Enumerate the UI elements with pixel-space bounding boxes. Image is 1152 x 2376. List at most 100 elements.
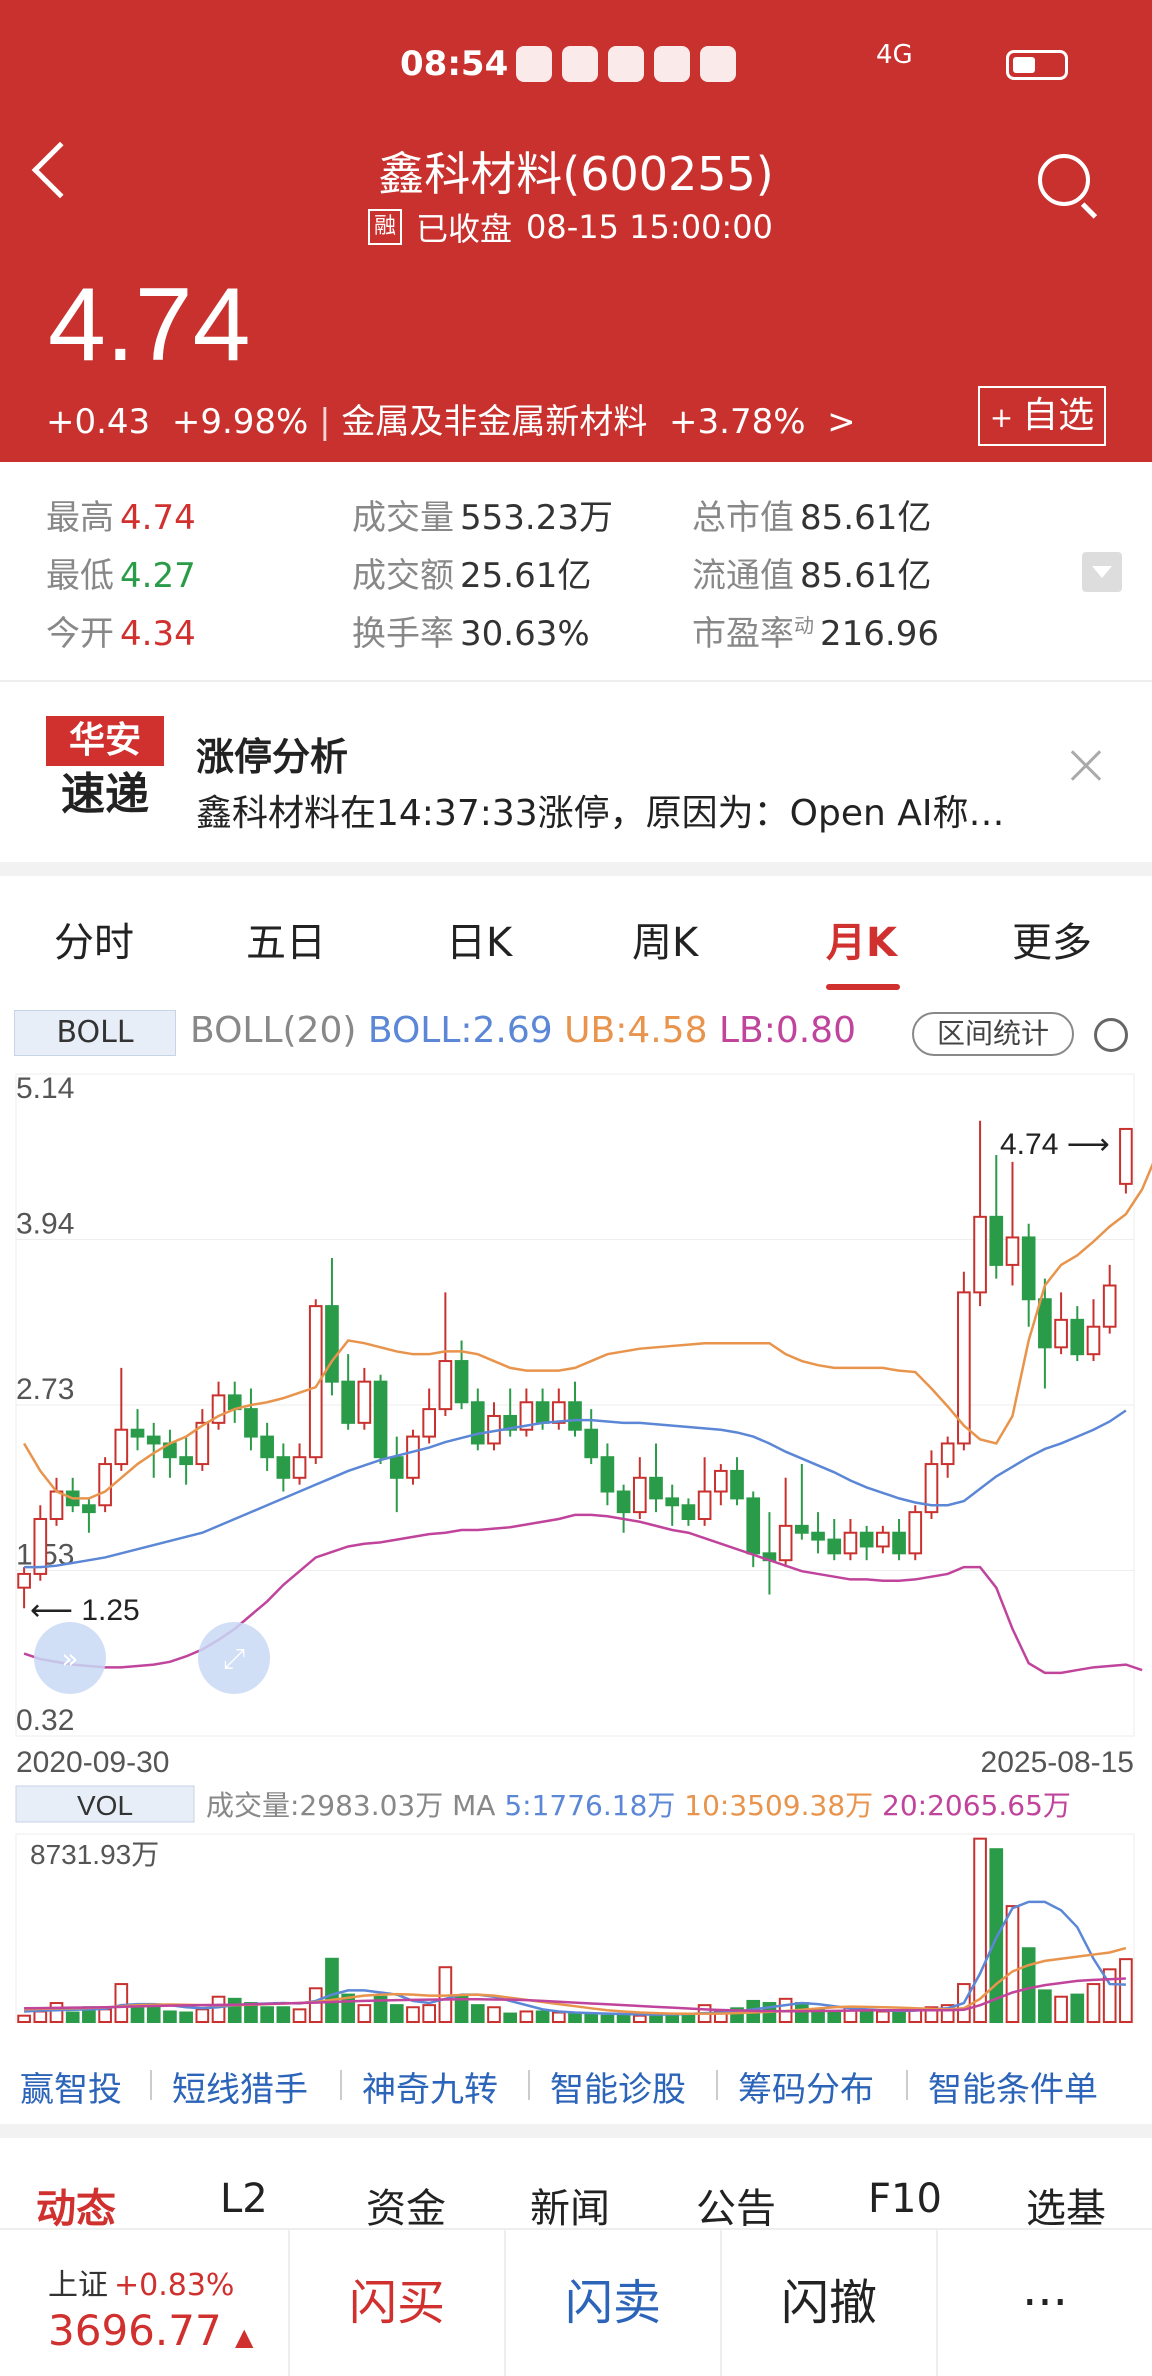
tab-day-k[interactable]: 日K (446, 910, 512, 968)
news-banner[interactable]: 华安 速递 涨停分析 鑫科材料在14:37:33涨停，原因为：Open AI称… (0, 684, 1152, 864)
x-start-label: 2020-09-30 (16, 1746, 169, 1779)
candle-down (470, 1401, 485, 1445)
candle-down (827, 1538, 842, 1555)
huaan-logo: 华安 速递 (46, 716, 164, 826)
volume-bar (892, 2011, 906, 2024)
info-tabs: 动态 L2 资金 新闻 公告 F10 选基 (0, 2138, 1152, 2232)
candle-down (260, 1435, 274, 1459)
quick-buy-button[interactable]: 闪买 (288, 2230, 504, 2376)
tab-month-k[interactable]: 月K (826, 910, 897, 968)
candle-up (713, 1469, 728, 1493)
news-body: 鑫科材料在14:37:33涨停，原因为：Open AI称… (196, 793, 1005, 834)
volume-bar (195, 2008, 210, 2024)
candle-up (49, 1490, 64, 1520)
candle-up (778, 1524, 793, 1562)
volume-bar (535, 2010, 550, 2023)
price-change-line[interactable]: +0.43 +9.98% | 金属及非金属新材料 +3.78% > (46, 394, 856, 443)
volume-bar (325, 1957, 339, 2024)
volume-bar (551, 2011, 566, 2024)
tab-announcements[interactable]: 公告 (696, 2176, 776, 2234)
candle-up (551, 1401, 566, 1424)
link-short-hunter[interactable]: 短线猎手 (172, 2062, 308, 2111)
candle-down (730, 1469, 744, 1500)
tab-week-k[interactable]: 周K (632, 910, 698, 968)
more-options-button[interactable]: ··· (936, 2230, 1152, 2376)
low-price-label: ⟵ 1.25 (30, 1594, 140, 1627)
tab-intraday[interactable]: 分时 (54, 910, 134, 968)
expand-stats-icon[interactable] (1082, 552, 1122, 592)
tab-more[interactable]: 更多 (1012, 910, 1092, 968)
float-cap-value: 85.61亿 (800, 556, 932, 596)
volume-bar (308, 1987, 323, 2024)
range-stats-button[interactable]: 区间统计 (912, 1012, 1074, 1056)
add-watchlist-button[interactable]: + 自选 (978, 386, 1106, 446)
status-time: 08:54 (400, 44, 509, 84)
volume-bar (795, 2002, 809, 2023)
tab-l2[interactable]: L2 (220, 2176, 268, 2222)
pe-value: 216.96 (820, 614, 939, 654)
tab-news[interactable]: 新闻 (530, 2176, 610, 2234)
sector-pct: +3.78% (669, 402, 806, 442)
tab-dynamics[interactable]: 动态 (36, 2176, 116, 2234)
candle-down (389, 1456, 404, 1479)
volume-bar (33, 2010, 48, 2023)
volume-bar (211, 1995, 226, 2024)
y-tick-label: 3.94 (16, 1208, 74, 1241)
link-smart-order[interactable]: 智能条件单 (928, 2062, 1098, 2111)
volume-bar (908, 2009, 923, 2023)
volume-bar (584, 2012, 599, 2024)
volume-bar (98, 2008, 112, 2024)
volume-bar (1070, 1993, 1085, 2023)
market-status: 融 已收盘 08-15 15:00:00 (368, 204, 773, 250)
music-icon (654, 46, 690, 82)
tab-funds[interactable]: 资金 (366, 2176, 446, 2234)
app-icon (700, 46, 736, 82)
candle-down (600, 1456, 615, 1493)
vol-tag: VOL (77, 1790, 133, 1821)
candle-down (649, 1476, 663, 1500)
volume-bar (276, 2006, 291, 2023)
margin-tag: 融 (368, 209, 403, 245)
candle-down (795, 1524, 809, 1534)
volume-bar (632, 2014, 647, 2023)
volume-value: 553.23万 (460, 498, 613, 538)
open-value: 4.34 (120, 614, 196, 654)
y-tick-label: 0.32 (16, 1704, 74, 1737)
candle-up (908, 1511, 923, 1555)
search-icon[interactable] (1038, 154, 1090, 206)
active-tab-indicator (826, 984, 900, 990)
tab-f10[interactable]: F10 (868, 2176, 942, 2222)
volume-bar (49, 2002, 64, 2023)
candle-down (584, 1428, 599, 1459)
last-price-label: 4.74 ⟶ (1000, 1128, 1110, 1161)
link-chip-distribution[interactable]: 筹码分布 (738, 2062, 874, 2111)
link-diagnosis[interactable]: 智能诊股 (550, 2062, 686, 2111)
amount-value: 25.61亿 (460, 556, 592, 596)
quick-sell-button[interactable]: 闪卖 (504, 2230, 720, 2376)
quick-cancel-button[interactable]: 闪撤 (720, 2230, 936, 2376)
fast-forward-glyph: » (61, 1642, 78, 1675)
link-magic-nine[interactable]: 神奇九转 (362, 2062, 498, 2111)
candle-down (859, 1531, 874, 1548)
battery-icon (1006, 50, 1068, 80)
notification-icons (516, 46, 736, 82)
tab-5day[interactable]: 五日 (246, 910, 326, 968)
close-icon[interactable] (1066, 746, 1106, 786)
index-summary[interactable]: 上证 +0.83% (48, 2260, 234, 2304)
kline-chart[interactable]: 5.143.942.731.530.324.74 ⟶⟵ 1.252020-09-… (0, 1064, 1152, 2064)
high-value: 4.74 (120, 498, 196, 538)
settings-icon[interactable] (1094, 1018, 1128, 1052)
indicator-selector[interactable]: BOLL (14, 1010, 176, 1056)
candle-up (1102, 1284, 1117, 1328)
vol-legend: 成交量:2983.03万 MA 5:1776.18万 10:3509.38万 2… (206, 1789, 1071, 1822)
volume-bar (17, 2014, 31, 2023)
volume-bar (681, 2013, 696, 2023)
tab-fund-select[interactable]: 选基 (1026, 2176, 1106, 2234)
candle-up (876, 1531, 890, 1548)
candle-down (146, 1435, 161, 1445)
candle-up (98, 1463, 112, 1507)
expand-glyph: ⤢ (223, 1642, 245, 1675)
candle-up (1054, 1318, 1068, 1349)
link-yingzhitou[interactable]: 赢智投 (20, 2062, 122, 2111)
candle-up (114, 1428, 129, 1466)
